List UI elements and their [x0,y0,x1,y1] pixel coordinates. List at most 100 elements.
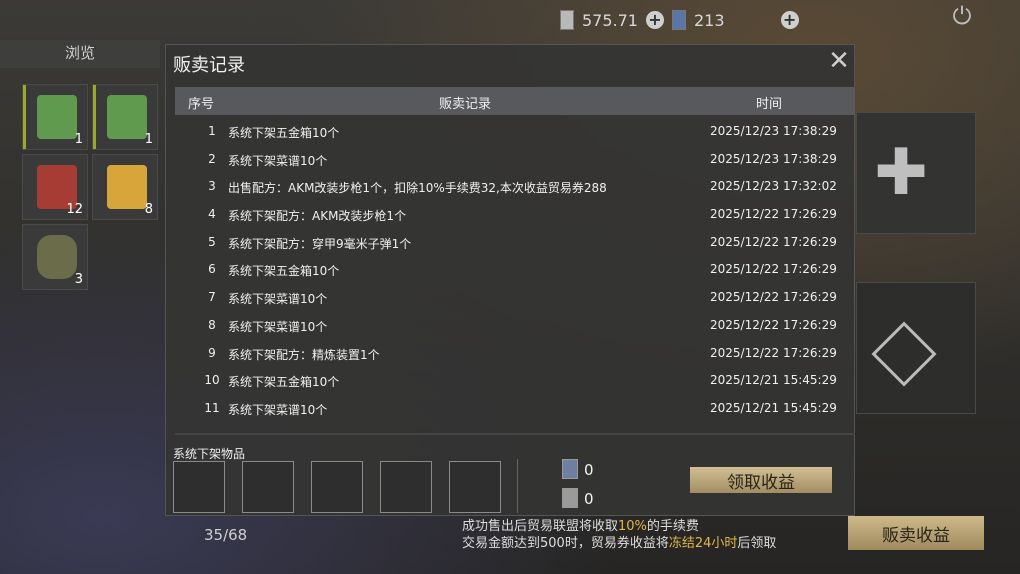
plus-icon: ✚ [874,136,928,210]
item-count: 3 [74,272,83,287]
trade-ticket-icon [562,488,578,508]
notice-text: 后领取 [737,536,777,551]
table-row: 5 系统下架配方：穿甲9毫米子弹1个 2025/12/22 17:26:29 [175,228,855,256]
row-number: 4 [208,207,216,222]
divider [175,433,855,435]
inventory-capacity: 35/68 [204,526,248,544]
add-currency-b-button[interactable]: + [780,11,799,29]
trade-ticket-icon [560,10,574,30]
currency-bar: 575.71 + 213 + [560,6,799,34]
row-time: 2025/12/22 17:26:29 [710,290,837,305]
add-slot-panel[interactable]: ✚ [856,112,976,234]
notice-freeze-duration: 冻结24小时 [668,536,738,551]
row-number: 11 [204,400,220,415]
separator [517,459,518,513]
claim-income-button[interactable]: 领取收益 [690,467,832,493]
row-record: 系统下架菜谱10个 [228,402,328,417]
table-row: 1 系统下架五金箱10个 2025/12/23 17:38:29 [175,117,855,145]
row-record: 系统下架五金箱10个 [228,264,340,279]
row-time: 2025/12/21 15:45:29 [710,373,837,388]
row-time: 2025/12/21 15:45:29 [710,400,837,415]
row-record: 系统下架配方：AKM改装步枪1个 [228,209,407,224]
unload-slot[interactable] [380,461,432,513]
table-row: 9 系统下架配方：精炼装置1个 2025/12/22 17:26:29 [175,339,855,367]
col-time: 时间 [756,97,783,112]
inventory-slot[interactable]: 12 [22,154,88,220]
grenade-icon [37,235,77,279]
row-record: 系统下架菜谱10个 [228,319,328,334]
unload-slot[interactable] [311,461,363,513]
row-record: 系统下架菜谱10个 [228,292,328,307]
unload-slot[interactable] [242,461,294,513]
table-row: 11 系统下架菜谱10个 2025/12/21 15:45:29 [175,394,855,422]
row-time: 2025/12/23 17:32:02 [710,179,837,194]
row-number: 1 [208,124,216,138]
table-row: 6 系统下架五金箱10个 2025/12/22 17:26:29 [175,255,855,283]
currency-a-value: 575.71 [582,10,638,30]
fries-icon [107,165,147,209]
row-time: 2025/12/23 17:38:29 [710,151,837,166]
currency-b-value: 213 [693,10,725,30]
row-record: 出售配方：AKM改装步枪1个，扣除10%手续费32,本次收益贸易券288 [228,181,607,196]
row-number: 6 [208,262,216,277]
unload-slot[interactable] [449,461,501,513]
table-row: 10 系统下架五金箱10个 2025/12/21 15:45:29 [175,366,855,394]
tab-browse[interactable]: 浏览 [0,40,160,68]
card-icon [671,10,686,30]
row-time: 2025/12/22 17:26:29 [710,207,837,222]
table-row: 7 系统下架菜谱10个 2025/12/22 17:26:29 [175,283,855,311]
inventory-slot[interactable]: 8 [92,154,158,220]
inventory-slot[interactable]: 3 [22,224,88,290]
card-income-value: 0 [584,461,594,479]
row-time: 2025/12/22 17:26:29 [710,317,837,332]
inventory-slot[interactable]: 1 [22,84,88,150]
row-record: 系统下架配方：精炼装置1个 [228,347,380,362]
col-record: 贩卖记录 [439,97,492,112]
notice-text: 交易金额达到500时，贸易券收益将 [462,536,669,551]
row-record: 系统下架配方：穿甲9毫米子弹1个 [228,236,412,251]
close-icon[interactable]: ✕ [826,48,852,75]
item-count: 1 [144,132,153,147]
row-number: 9 [208,345,216,360]
table-row: 2 系统下架菜谱10个 2025/12/23 17:38:29 [175,145,855,173]
row-number: 3 [208,179,216,194]
item-count: 1 [74,132,83,147]
row-number: 2 [208,151,216,166]
notice-fee-percent: 10% [618,519,647,534]
row-time: 2025/12/22 17:26:29 [710,234,837,249]
table-row: 8 系统下架菜谱10个 2025/12/22 17:26:29 [175,311,855,339]
unload-items-label: 系统下架物品 [173,447,246,461]
table-row: 3 出售配方：AKM改装步枪1个，扣除10%手续费32,本次收益贸易券288 202… [175,172,855,200]
locked-slot-panel [856,282,976,414]
item-count: 12 [66,202,83,217]
green-pack-icon [107,95,147,139]
table-header: 序号 贩卖记录 时间 [175,87,855,115]
ticket-income-value: 0 [584,490,594,508]
notice-text: 成功售出后贸易联盟将收取 [462,519,619,534]
power-icon[interactable]: ⏻ [948,2,976,30]
row-time: 2025/12/22 17:26:29 [710,345,837,360]
col-no: 序号 [188,97,215,112]
sales-record-dialog: 贩卖记录 ✕ 序号 贩卖记录 时间 1 系统下架五金箱10个 2025/12/23 … [165,44,855,516]
sell-income-button[interactable]: 贩卖收益 [848,516,984,550]
card-icon [562,459,578,479]
row-number: 10 [204,373,220,388]
item-count: 8 [144,202,153,217]
notice-text: 的手续费 [646,519,699,534]
table-row: 4 系统下架配方：AKM改装步枪1个 2025/12/22 17:26:29 [175,200,855,228]
lock-icon [871,321,937,387]
row-record: 系统下架五金箱10个 [228,126,340,140]
row-record: 系统下架五金箱10个 [228,375,340,390]
unload-slot[interactable] [173,461,225,513]
durability-bar [93,85,96,149]
row-time: 2025/12/23 17:38:29 [710,124,837,138]
dialog-title: 贩卖记录 [173,55,245,76]
row-number: 5 [208,234,216,249]
row-number: 7 [208,290,216,305]
durability-bar [23,85,26,149]
inventory-slot[interactable]: 1 [92,84,158,150]
record-list[interactable]: 1 系统下架五金箱10个 2025/12/23 17:38:29 2 系统下架菜谱10个… [175,117,855,433]
row-number: 8 [208,317,216,332]
add-currency-a-button[interactable]: + [645,11,664,29]
green-pack-icon [37,95,77,139]
